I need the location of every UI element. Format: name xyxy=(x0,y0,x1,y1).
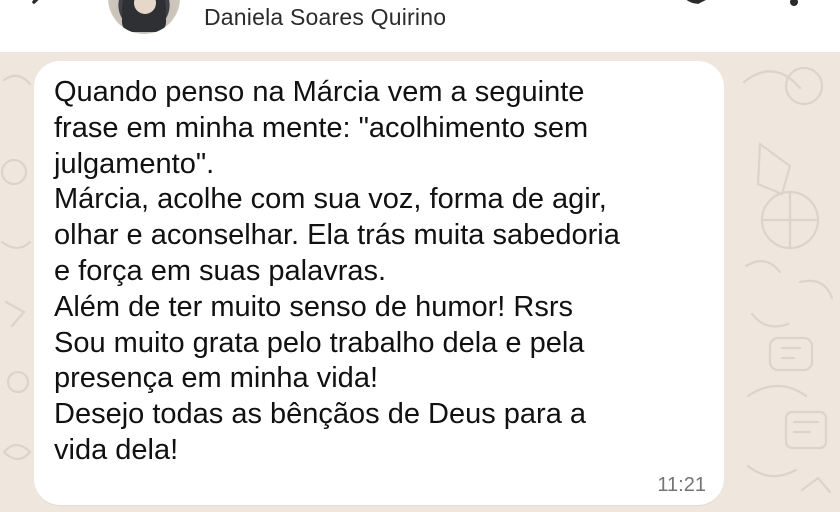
contact-name[interactable]: Daniela Soares Quirino xyxy=(204,4,446,31)
message-line: Sou muito grata pelo trabalho dela e pel… xyxy=(54,326,585,359)
message-line: Quando penso na Márcia vem a seguinte xyxy=(54,76,585,108)
message-line: Desejo todas as bênçãos de Deus para a xyxy=(54,398,587,431)
phone-icon[interactable] xyxy=(676,0,710,16)
message-line: julgamento". xyxy=(54,147,215,180)
more-vertical-icon[interactable] xyxy=(786,0,802,16)
message-timestamp: 11:21 xyxy=(657,474,706,496)
chat-header: Daniela Soares Quirino xyxy=(0,0,840,52)
message-line: vida dela! xyxy=(54,433,179,466)
message-line: Márcia, acolhe com sua voz, forma de agi… xyxy=(54,183,607,216)
arrow-left-icon[interactable] xyxy=(26,0,56,16)
message-line: frase em minha mente: "acolhimento sem xyxy=(54,111,589,144)
avatar[interactable] xyxy=(108,0,180,34)
message-text: Quando penso na Márcia vem a seguinte fr… xyxy=(54,75,702,469)
message-bubble[interactable]: Quando penso na Márcia vem a seguinte fr… xyxy=(34,61,724,505)
message-line: olhar e aconselhar. Ela trás muita sabed… xyxy=(54,219,620,252)
message-line: presença em minha vida! xyxy=(54,362,378,395)
message-line: Além de ter muito senso de humor! Rsrs xyxy=(54,290,573,323)
message-line: e força em suas palavras. xyxy=(54,254,387,287)
